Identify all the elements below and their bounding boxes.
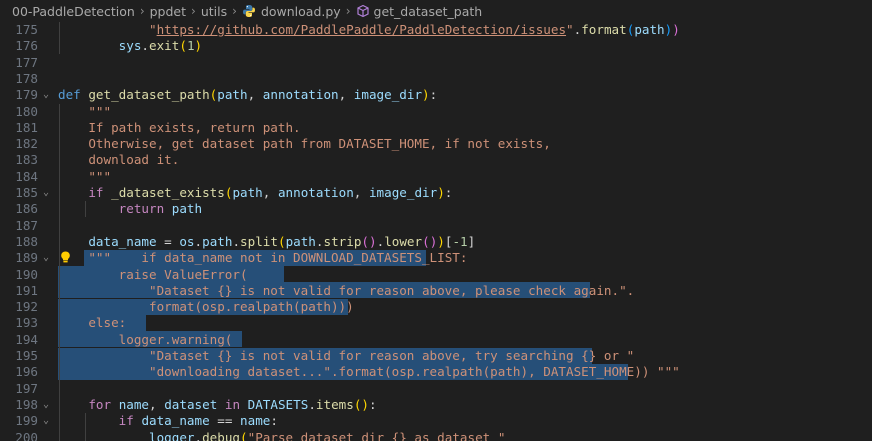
code-line[interactable]: 181 If path exists, return path. <box>0 120 872 136</box>
lightbulb-icon[interactable] <box>60 251 71 263</box>
line-number: 179 <box>15 87 38 103</box>
line-number: 195 <box>15 348 38 363</box>
breadcrumb-item-symbol[interactable]: get_dataset_path <box>374 4 483 19</box>
code-line[interactable]: 193 else: <box>0 315 872 331</box>
line-number: 191 <box>15 282 38 298</box>
line-number: 177 <box>15 54 38 70</box>
line-number: 197 <box>15 380 38 396</box>
code-text: format(osp.realpath(path))) <box>58 299 354 315</box>
code-text: download it. <box>58 152 180 168</box>
code-text: def get_dataset_path(path, annotation, i… <box>58 87 438 103</box>
chevron-right-icon: › <box>191 4 196 18</box>
chevron-right-icon: › <box>139 4 145 18</box>
code-line[interactable]: 175 "https://github.com/PaddlePaddle/Pad… <box>0 22 872 38</box>
code-line[interactable]: 189 ⌄ """ if data_name not in DOWNLOAD_DA… <box>0 250 872 266</box>
chevron-right-icon: › <box>232 4 237 18</box>
line-number: 181 <box>15 119 38 135</box>
breadcrumb-item-file[interactable]: download.py <box>261 4 341 19</box>
fold-chevron-icon[interactable]: ⌄ <box>43 413 53 429</box>
code-text: raise ValueError( <box>58 266 248 282</box>
code-text: Otherwise, get dataset path from DATASET… <box>58 136 551 152</box>
line-number: 199 <box>15 413 38 429</box>
line-number: 189 <box>15 250 38 266</box>
code-line[interactable]: 198 ⌄ for name, dataset in DATASETS.items… <box>0 397 872 413</box>
code-text: for name, dataset in DATASETS.items(): <box>88 396 377 412</box>
chevron-right-icon: › <box>345 4 351 18</box>
line-number: 188 <box>15 233 38 249</box>
function-icon <box>356 4 370 18</box>
code-text: """ <box>58 168 112 184</box>
line-number: 175 <box>15 22 38 37</box>
code-line[interactable]: 186 return path <box>0 201 872 217</box>
line-number: 180 <box>15 103 38 119</box>
line-number: 196 <box>15 364 38 380</box>
code-text: "Dataset {} is not valid for reason abov… <box>58 282 635 298</box>
code-text: logger.debug("Parse dataset_dir {} as da… <box>149 429 506 441</box>
code-text: "downloading dataset...".format(osp.real… <box>58 364 680 380</box>
code-line[interactable]: 179 ⌄ def get_dataset_path(path, annotatio… <box>0 87 872 103</box>
code-line[interactable]: 194 logger.warning( <box>0 332 872 348</box>
code-text: logger.warning( <box>58 331 233 347</box>
code-line[interactable]: 182 Otherwise, get dataset path from DAT… <box>0 136 872 152</box>
code-text: data_name = os.path.split(path.strip().l… <box>88 233 476 249</box>
line-number: 182 <box>15 136 38 152</box>
code-line[interactable]: 191 "Dataset {} is not valid for reason … <box>0 283 872 299</box>
line-number: 200 <box>15 429 38 441</box>
line-number: 186 <box>15 201 38 217</box>
code-line[interactable]: 180 """ <box>0 104 872 120</box>
line-number: 184 <box>15 168 38 184</box>
code-text: "Dataset {} is not valid for reason abov… <box>58 348 635 363</box>
code-text: return path <box>118 201 203 217</box>
code-line[interactable]: 190 raise ValueError( <box>0 267 872 283</box>
code-line[interactable]: 178 <box>0 71 872 87</box>
line-number: 190 <box>15 266 38 282</box>
code-line[interactable]: 183 download it. <box>0 152 872 168</box>
line-number: 192 <box>15 299 38 315</box>
code-line[interactable]: 187 <box>0 218 872 234</box>
line-number: 193 <box>15 315 38 331</box>
code-line[interactable]: 195 "Dataset {} is not valid for reason … <box>0 348 872 364</box>
fold-chevron-icon[interactable]: ⌄ <box>43 185 53 201</box>
code-text: if data_name == name: <box>118 413 278 429</box>
code-text: If path exists, return path. <box>58 119 301 135</box>
code-text: "https://github.com/PaddlePaddle/PaddleD… <box>149 22 680 37</box>
line-number: 198 <box>15 396 38 412</box>
code-line[interactable]: 184 """ <box>0 169 872 185</box>
code-text: else: <box>58 315 127 331</box>
code-text: """ if data_name not in DOWNLOAD_DATASET… <box>88 250 468 266</box>
code-text: """ <box>88 103 112 119</box>
code-line[interactable]: 192 format(osp.realpath(path))) <box>0 299 872 315</box>
code-line[interactable]: 200 logger.debug("Parse dataset_dir {} a… <box>0 430 872 441</box>
breadcrumb-item-root[interactable]: 00-PaddleDetection <box>0 4 135 19</box>
code-line[interactable]: 196 "downloading dataset...".format(osp.… <box>0 364 872 380</box>
breadcrumb-item-ppdet[interactable]: ppdet <box>150 4 186 19</box>
line-number: 194 <box>15 331 38 347</box>
line-number: 178 <box>15 70 38 86</box>
fold-chevron-icon[interactable]: ⌄ <box>43 397 53 413</box>
code-text: if _dataset_exists(path, annotation, ima… <box>88 185 453 200</box>
code-line[interactable]: 188 data_name = os.path.split(path.strip… <box>0 234 872 250</box>
code-text: sys.exit(1) <box>118 38 203 54</box>
breadcrumb: 00-PaddleDetection › ppdet › utils › dow… <box>0 0 872 22</box>
code-line[interactable]: 185 ⌄ if _dataset_exists(path, annotation… <box>0 185 872 201</box>
code-editor[interactable]: 175 "https://github.com/PaddlePaddle/Pad… <box>0 22 872 441</box>
code-line[interactable]: 176 sys.exit(1) <box>0 38 872 54</box>
line-number: 185 <box>15 185 38 200</box>
line-number: 187 <box>15 217 38 233</box>
code-line[interactable]: 177 <box>0 55 872 71</box>
breadcrumb-item-utils[interactable]: utils <box>201 4 227 19</box>
fold-chevron-icon[interactable]: ⌄ <box>43 250 53 266</box>
line-number: 176 <box>15 38 38 54</box>
line-number: 183 <box>15 152 38 168</box>
code-line[interactable]: 199 ⌄ if data_name == name: <box>0 413 872 429</box>
code-line[interactable]: 197 <box>0 381 872 397</box>
fold-chevron-icon[interactable]: ⌄ <box>43 87 53 103</box>
python-file-icon <box>242 4 256 18</box>
